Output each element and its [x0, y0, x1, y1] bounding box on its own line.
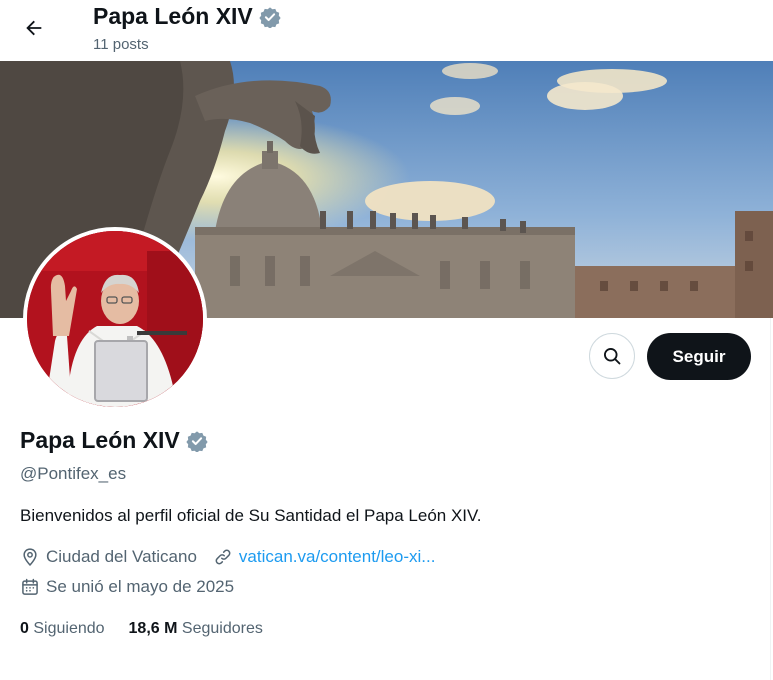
search-profile-button[interactable]	[589, 333, 635, 379]
joined-item: Se unió el mayo de 2025	[20, 577, 234, 597]
arrow-left-icon	[26, 20, 42, 36]
profile-header-bar: Papa León XIV 11 posts	[0, 0, 773, 61]
header-title: Papa León XIV	[93, 3, 281, 30]
posts-count: 11 posts	[93, 36, 149, 53]
followers-count: 18,6 M	[128, 620, 178, 637]
following-label: Siguiendo	[33, 620, 105, 637]
location-item: Ciudad del Vaticano	[20, 547, 197, 567]
location-text: Ciudad del Vaticano	[46, 547, 197, 566]
profile-avatar[interactable]	[23, 227, 207, 411]
header-name: Papa León XIV	[93, 3, 253, 29]
followers-link[interactable]: 18,6 M Seguidores	[129, 620, 263, 638]
profile-name-text: Papa León XIV	[20, 427, 180, 453]
verified-badge-icon[interactable]	[186, 430, 208, 452]
profile-name: Papa León XIV	[20, 427, 208, 454]
search-icon	[604, 348, 621, 365]
joined-text: Se unió el mayo de 2025	[46, 577, 235, 596]
followers-label: Seguidores	[181, 620, 263, 637]
profile-stats: 0 Siguiendo 18,6 M Seguidores	[20, 620, 263, 638]
following-link[interactable]: 0 Siguiendo	[20, 620, 105, 638]
calendar-icon	[22, 578, 38, 595]
profile-handle: @Pontifex_es	[20, 464, 127, 483]
location-pin-icon	[23, 548, 37, 566]
link-icon	[215, 549, 231, 565]
avatar-image	[27, 231, 203, 407]
following-count: 0	[20, 620, 29, 637]
website-link[interactable]: vatican.va/content/leo-xi...	[239, 547, 436, 567]
verified-badge-icon	[259, 6, 281, 28]
profile-bio: Bienvenidos al perfil oficial de Su Sant…	[20, 506, 482, 525]
joined-row: Se unió el mayo de 2025	[20, 577, 234, 597]
back-button[interactable]	[14, 8, 54, 48]
profile-meta-row: Ciudad del Vaticano vatican.va/content/l…	[20, 547, 435, 567]
follow-button[interactable]: Seguir	[647, 333, 751, 380]
website-item[interactable]: vatican.va/content/leo-xi...	[213, 547, 436, 567]
